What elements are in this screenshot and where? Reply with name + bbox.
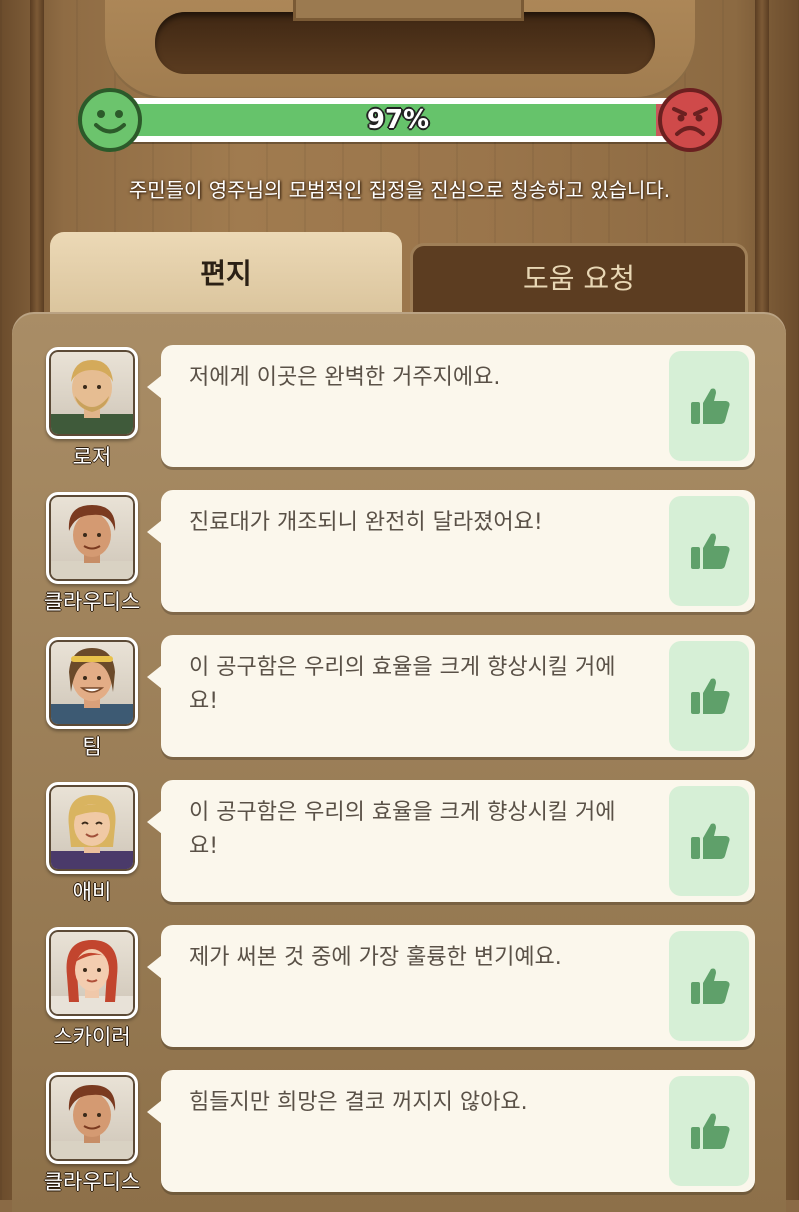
bubble-tail	[147, 810, 162, 834]
bubble-tail	[147, 520, 162, 544]
avatar[interactable]	[46, 782, 138, 874]
character-name: 클라우디스	[43, 590, 141, 614]
avatar-portrait	[49, 930, 135, 1016]
thumbs-up-icon	[691, 678, 730, 714]
frame-rail-right	[755, 0, 769, 330]
letter-item: 스카이러 제가 써본 것 중에 가장 훌륭한 변기예요.	[44, 925, 758, 1055]
avatar[interactable]	[46, 637, 138, 729]
avatar[interactable]	[46, 492, 138, 584]
avatar-portrait	[49, 1075, 135, 1161]
like-button[interactable]	[669, 351, 749, 461]
letter-item: 팀 이 공구함은 우리의 효율을 크게 향상시킬 거에요!	[44, 635, 758, 765]
avatar-portrait	[49, 785, 135, 871]
character-name: 클라우디스	[43, 1170, 141, 1194]
bubble-tail	[147, 375, 162, 399]
like-button[interactable]	[669, 496, 749, 606]
letter-item: 클라우디스 힘들지만 희망은 결코 꺼지지 않아요.	[44, 1070, 758, 1200]
top-slot	[155, 12, 655, 74]
frame-rail-left	[30, 0, 44, 330]
character-name: 팀	[82, 735, 102, 759]
satisfaction-message: 주민들이 영주님의 모범적인 집정을 진심으로 칭송하고 있습니다.	[128, 178, 671, 202]
thumbs-up-icon	[691, 1113, 730, 1149]
letter-text: 힘들지만 희망은 결코 꺼지지 않아요.	[189, 1090, 528, 1115]
letter-bubble: 이 공구함은 우리의 효율을 크게 향상시킬 거에요!	[147, 635, 755, 757]
letter-bubble: 힘들지만 희망은 결코 꺼지지 않아요.	[147, 1070, 755, 1192]
satisfaction-percent: 97%	[366, 105, 430, 135]
letter-bubble: 제가 써본 것 중에 가장 훌륭한 변기예요.	[147, 925, 755, 1047]
bubble-tail	[147, 1100, 162, 1124]
letter-bubble: 저에게 이곳은 완벽한 거주지에요.	[147, 345, 755, 467]
letter-text: 이 공구함은 우리의 효율을 크게 향상시킬 거에요!	[189, 655, 616, 714]
avatar-portrait	[49, 640, 135, 726]
avatar-portrait	[49, 350, 135, 436]
avatar[interactable]	[46, 927, 138, 1019]
character-name: 로저	[72, 445, 112, 469]
thumbs-up-icon	[691, 533, 730, 569]
letter-bubble: 이 공구함은 우리의 효율을 크게 향상시킬 거에요!	[147, 780, 755, 902]
letter-text: 진료대가 개조되니 완전히 달라졌어요!	[189, 510, 543, 535]
letter-item: 로저 저에게 이곳은 완벽한 거주지에요.	[44, 345, 758, 475]
letter-item: 클라우디스 진료대가 개조되니 완전히 달라졌어요!	[44, 490, 758, 620]
thumbs-up-icon	[691, 823, 730, 859]
avatar[interactable]	[46, 347, 138, 439]
character-name: 스카이러	[53, 1025, 131, 1049]
letter-text: 제가 써본 것 중에 가장 훌륭한 변기예요.	[189, 945, 562, 970]
letter-bubble: 진료대가 개조되니 완전히 달라졌어요!	[147, 490, 755, 612]
happy-face-icon	[78, 88, 142, 152]
tab-help-label: 도움 요청	[523, 262, 635, 295]
tab-help-request[interactable]: 도움 요청	[410, 243, 748, 318]
bubble-tail	[147, 665, 162, 689]
character-name: 애비	[72, 880, 112, 904]
avatar-portrait	[49, 495, 135, 581]
like-button[interactable]	[669, 786, 749, 896]
like-button[interactable]	[669, 931, 749, 1041]
avatar[interactable]	[46, 1072, 138, 1164]
thumbs-up-icon	[691, 968, 730, 1004]
letter-text: 저에게 이곳은 완벽한 거주지에요.	[189, 365, 501, 390]
bubble-tail	[147, 955, 162, 979]
satisfaction-meter: 97%	[118, 98, 678, 142]
tab-letters[interactable]: 편지	[50, 232, 402, 320]
letter-item: 애비 이 공구함은 우리의 효율을 크게 향상시킬 거에요!	[44, 780, 758, 910]
like-button[interactable]	[669, 1076, 749, 1186]
sad-face-icon	[658, 88, 722, 152]
like-button[interactable]	[669, 641, 749, 751]
letter-text: 이 공구함은 우리의 효율을 크게 향상시킬 거에요!	[189, 800, 616, 859]
tab-letters-label: 편지	[200, 257, 252, 290]
top-tab	[293, 0, 524, 21]
thumbs-up-icon	[691, 388, 730, 424]
